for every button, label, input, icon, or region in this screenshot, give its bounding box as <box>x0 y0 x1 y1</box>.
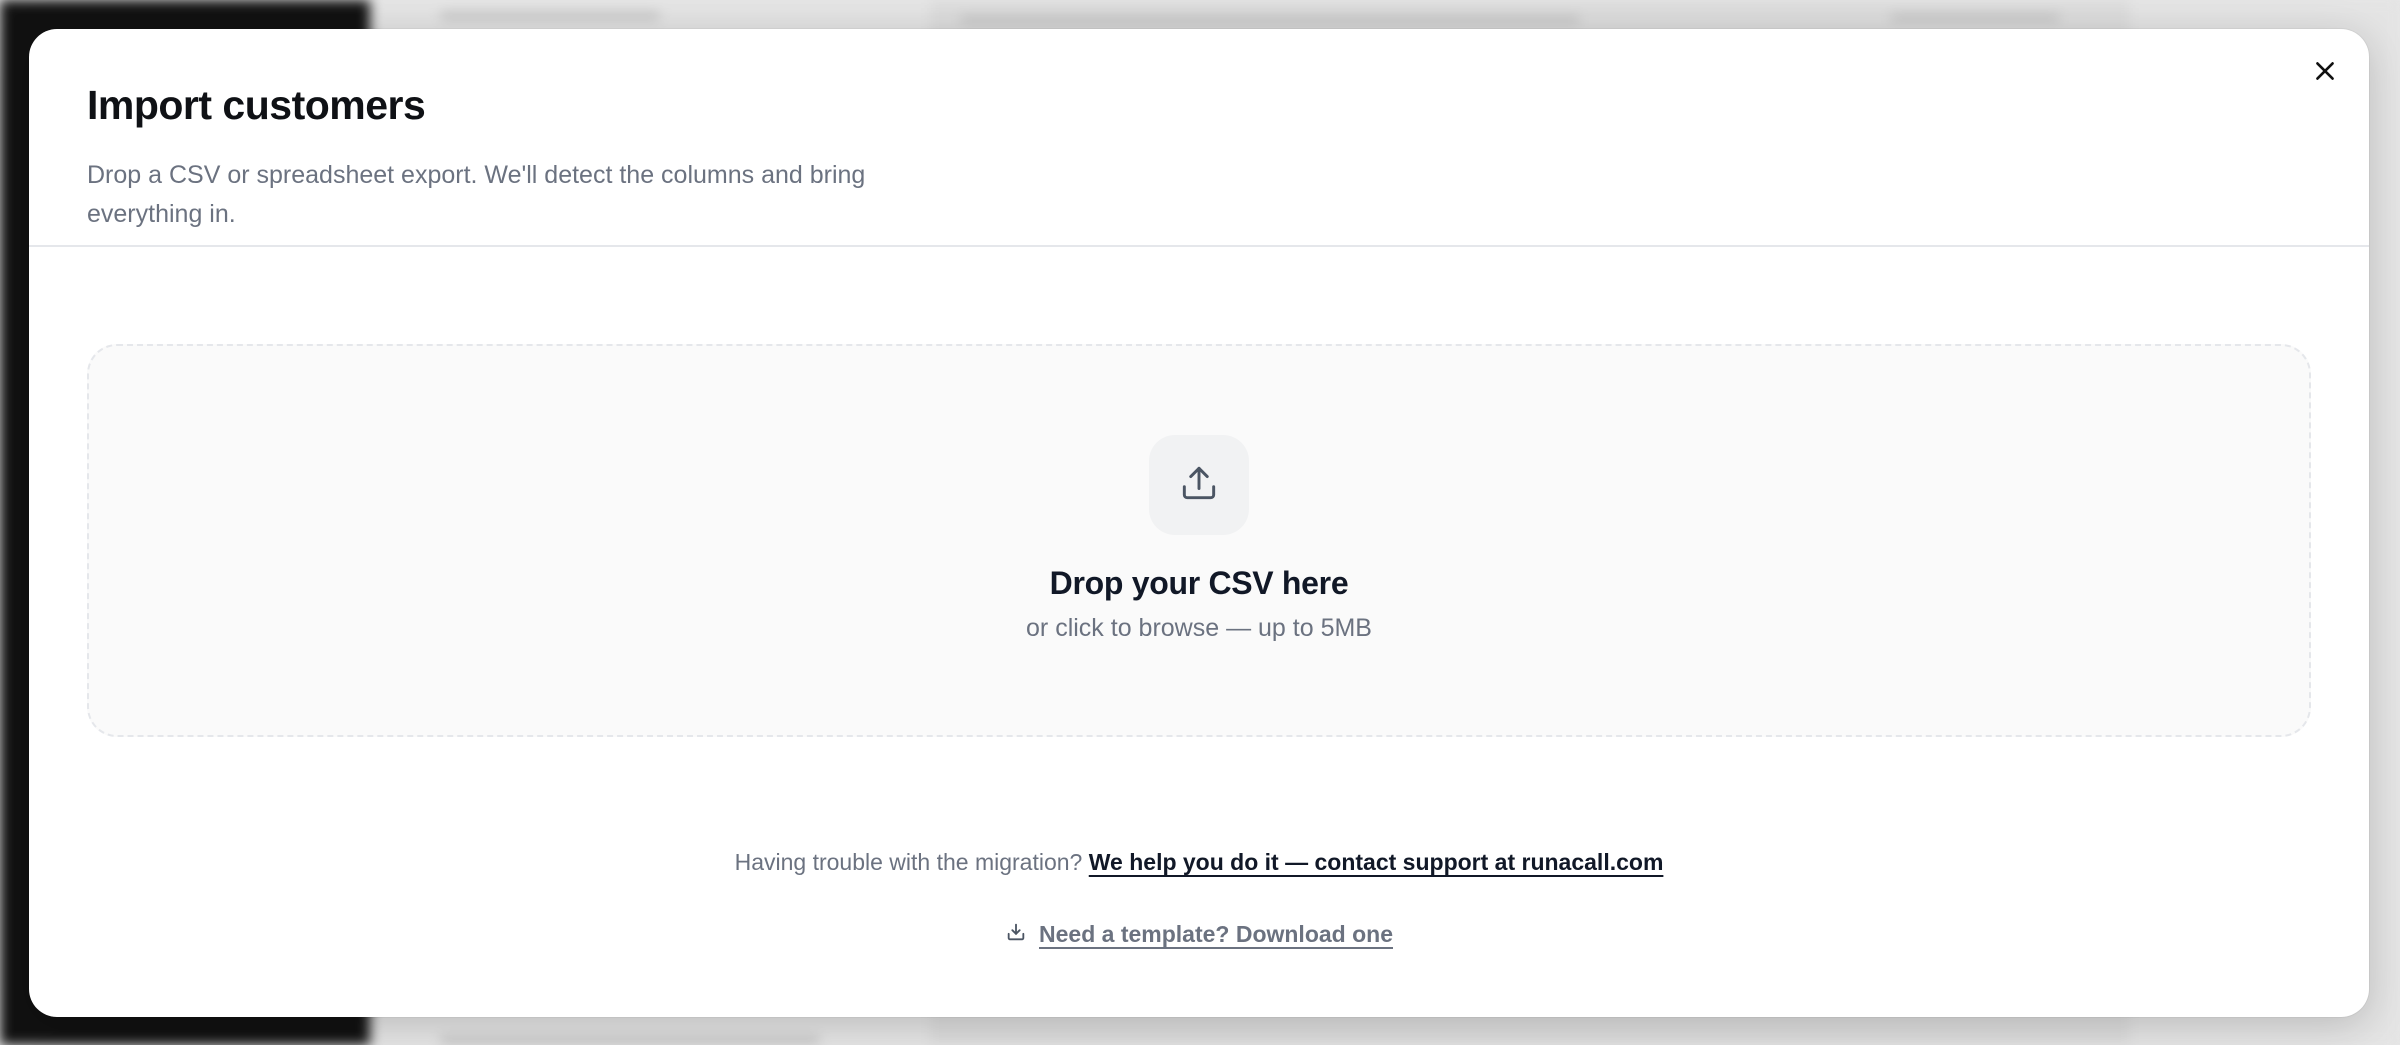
support-help-line: Having trouble with the migration? We he… <box>29 849 2369 876</box>
background-text <box>960 16 1580 24</box>
contact-support-link[interactable]: We help you do it — contact support at r… <box>1089 849 1664 875</box>
download-icon <box>1005 921 1027 948</box>
close-button[interactable] <box>2303 51 2347 95</box>
download-template-link[interactable]: Need a template? Download one <box>1039 921 1393 948</box>
support-prompt: Having trouble with the migration? <box>734 849 1083 875</box>
background-text <box>440 12 660 20</box>
dropzone-title: Drop your CSV here <box>1049 565 1349 601</box>
background-text <box>1890 14 2060 22</box>
modal-title: Import customers <box>87 82 426 128</box>
template-download-row[interactable]: Need a template? Download one <box>29 921 2369 948</box>
dropzone-subtitle: or click to browse — up to 5MB <box>1026 614 1372 642</box>
modal-subtitle: Drop a CSV or spreadsheet export. We'll … <box>87 161 866 229</box>
upload-icon-container <box>1149 435 1249 535</box>
close-icon <box>2312 58 2338 89</box>
csv-dropzone[interactable]: Drop your CSV here or click to browse — … <box>87 344 2311 737</box>
import-customers-modal: Import customers Drop a CSV or spreadshe… <box>29 29 2369 1017</box>
background-text <box>440 1036 820 1044</box>
upload-icon <box>1177 461 1221 510</box>
modal-header: Import customers Drop a CSV or spreadshe… <box>29 29 2369 247</box>
